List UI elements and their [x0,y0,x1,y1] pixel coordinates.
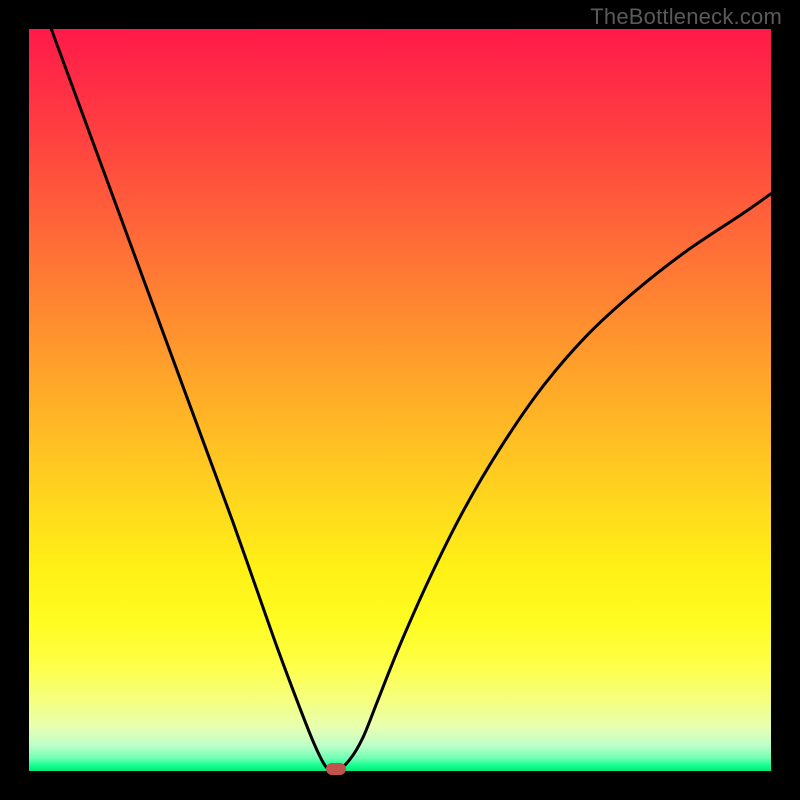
watermark-text: TheBottleneck.com [590,4,782,30]
bottleneck-curve [51,29,771,771]
bottleneck-curve-svg [29,29,771,771]
minimum-point-marker [326,763,346,775]
